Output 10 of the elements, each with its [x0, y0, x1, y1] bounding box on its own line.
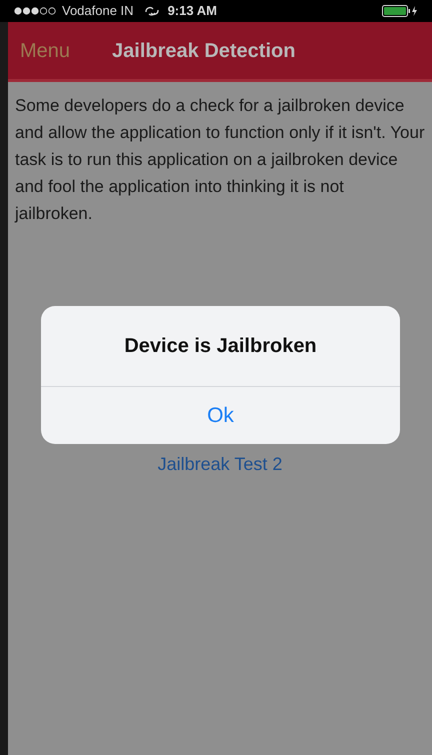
clock-time: 9:13 AM: [168, 2, 217, 20]
menu-button[interactable]: Menu: [20, 36, 70, 66]
signal-icon: [14, 7, 58, 15]
carrier-name: Vodafone IN: [62, 2, 134, 20]
battery-icon: [382, 5, 418, 17]
ok-button[interactable]: Ok: [41, 387, 400, 444]
description-text: Some developers do a check for a jailbroken device and allow the application to function only if it isn't. Your task is to run this application on a jailbroken device and fool the application into thinking it is not jailbroken.: [14, 95, 426, 225]
test-link[interactable]: Jailbreak Test 2: [158, 451, 282, 478]
screen-title: Jailbreak Detection: [112, 38, 296, 64]
alert-title: Device is Jailbroken: [124, 334, 317, 359]
